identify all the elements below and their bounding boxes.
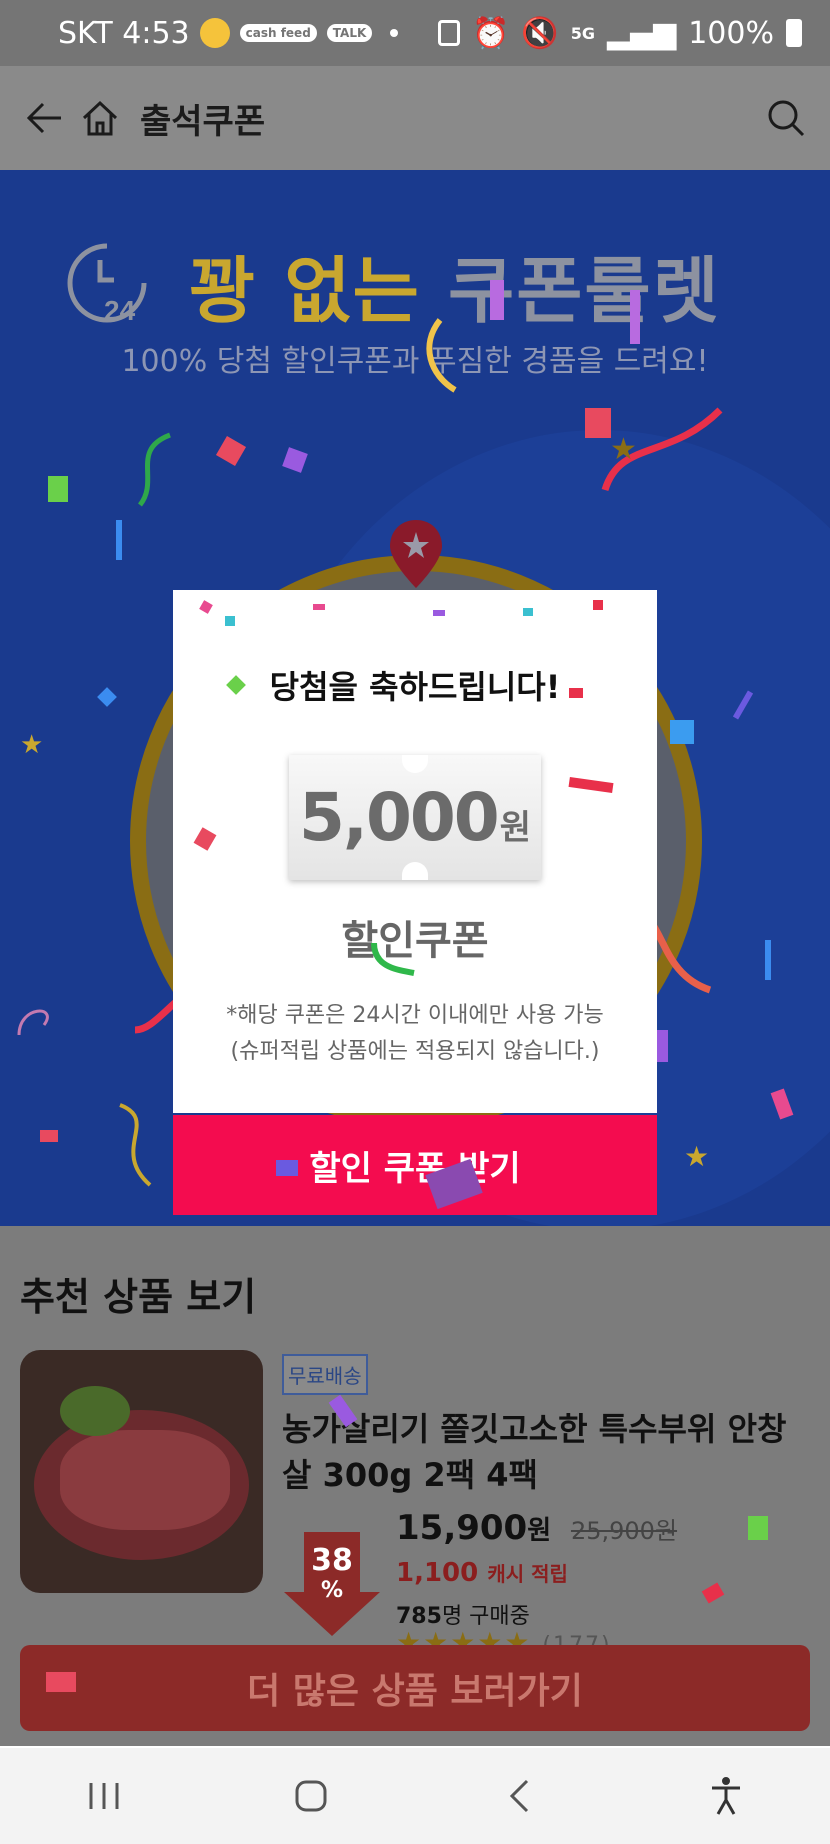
product-price: 15,900원 25,900원 — [396, 1508, 677, 1548]
system-nav-bar — [0, 1748, 830, 1844]
notice-line-1: *해당 쿠폰은 24시간 이내에만 사용 가능 — [226, 1003, 604, 1028]
accessibility-icon — [712, 1777, 741, 1815]
search-button[interactable] — [764, 96, 808, 140]
sun-icon — [199, 18, 230, 48]
confetti — [765, 940, 771, 980]
banner-title: 꽝 없는 쿠폰룰렛 — [0, 232, 830, 337]
confetti-streamer — [426, 318, 457, 393]
original-price: 25,900원 — [571, 1517, 677, 1545]
product-image[interactable] — [20, 1350, 263, 1593]
confetti — [282, 447, 308, 473]
confetti — [568, 776, 614, 794]
coupon-unit: 원 — [499, 808, 532, 848]
carrier-time: SKT 4:53 — [58, 15, 190, 51]
confetti — [593, 600, 603, 610]
back-arrow-icon — [26, 102, 61, 134]
win-modal: 당첨을 축하드립니다! 5,000 원 할인쿠폰 *해당 쿠폰은 24시간 이내… — [173, 590, 657, 1215]
home-nav-button[interactable] — [281, 1766, 341, 1826]
confetti — [97, 687, 117, 707]
talk-icon: TALK — [326, 24, 373, 42]
confetti — [116, 520, 122, 560]
star-confetti-icon: ★ — [684, 1140, 710, 1173]
confetti-streamer — [137, 432, 171, 507]
discount-badge: 38 % — [284, 1546, 380, 1606]
coupon-notice: *해당 쿠폰은 24시간 이내에만 사용 가능 (슈퍼적립 상품에는 적용되지 … — [173, 998, 657, 1070]
original-price-unit: 원 — [654, 1517, 678, 1545]
network-5g-icon: 5G — [570, 23, 595, 43]
confetti-curl — [17, 1009, 49, 1036]
back-nav-button[interactable] — [489, 1766, 549, 1826]
confetti — [748, 1516, 768, 1540]
recent-apps-button[interactable] — [74, 1766, 134, 1826]
coupon-ticket: 5,000 원 — [289, 755, 541, 880]
cashfeed-icon: cash feed — [239, 24, 317, 42]
confetti — [630, 290, 640, 344]
discount-value: 38 — [311, 1543, 353, 1578]
confetti — [523, 608, 533, 616]
ticket-notch — [402, 755, 428, 773]
signal-icon: ▂▄▆ — [607, 15, 677, 51]
free-shipping-badge: 무료배송 — [282, 1354, 368, 1395]
confetti — [225, 616, 235, 626]
home-nav-icon — [295, 1780, 327, 1812]
get-coupon-button[interactable]: 할인 쿠폰 받기 — [173, 1115, 657, 1215]
price-value: 15,900 — [396, 1508, 528, 1548]
confetti-streamer — [371, 942, 415, 976]
confetti — [490, 280, 504, 320]
alarm-icon: ⏰ — [472, 15, 510, 51]
confetti — [313, 604, 325, 610]
notification-dot-icon — [390, 29, 399, 37]
search-icon — [768, 100, 805, 137]
product-image-meat — [60, 1430, 230, 1530]
confetti — [276, 1160, 298, 1176]
confetti — [670, 720, 694, 744]
notice-line-2: (슈퍼적립 상품에는 적용되지 않습니다.) — [230, 1039, 600, 1064]
battery-percent: 100% — [688, 15, 774, 51]
recommend-title: 추천 상품 보기 — [20, 1275, 257, 1319]
original-price-value: 25,900 — [570, 1517, 655, 1545]
app-header: 출석쿠폰 — [0, 66, 830, 170]
confetti — [433, 610, 445, 616]
roulette-pin-icon — [390, 520, 442, 588]
recent-apps-icon — [89, 1783, 119, 1809]
home-button[interactable] — [78, 96, 122, 140]
more-products-button[interactable]: 더 많은 상품 보러가기 — [20, 1645, 810, 1731]
confetti — [40, 1130, 58, 1142]
confetti — [199, 600, 213, 614]
battery-saver-icon — [438, 20, 461, 46]
product-image-herb — [60, 1386, 130, 1436]
banner-title-gold: 꽝 없는 — [189, 249, 421, 333]
page-title: 출석쿠폰 — [140, 101, 266, 142]
cashback-label: 캐시 적립 — [487, 1562, 568, 1586]
product-name[interactable]: 농가살리기 쫄깃고소한 특수부위 안창살 300g 2팩 4팩 — [282, 1406, 812, 1498]
banner-title-gray: 쿠폰룰렛 — [447, 249, 721, 333]
confetti — [215, 435, 247, 467]
battery-icon — [786, 19, 802, 47]
discount-unit: % — [320, 1578, 344, 1603]
accessibility-button[interactable] — [696, 1766, 756, 1826]
price-unit: 원 — [527, 1516, 552, 1546]
star-confetti-icon: ★ — [20, 730, 44, 760]
cashback: 1,100 캐시 적립 — [396, 1558, 568, 1588]
confetti — [46, 1672, 76, 1692]
ticket-notch — [402, 862, 428, 880]
home-icon — [82, 100, 118, 136]
cashback-value: 1,100 — [396, 1558, 479, 1588]
mute-icon: 🔇 — [521, 15, 559, 51]
star-confetti-icon: ★ — [610, 432, 637, 467]
banner-subtitle: 100% 당첨 할인쿠폰과 푸짐한 경품을 드려요! — [121, 344, 709, 379]
back-nav-icon — [509, 1779, 528, 1813]
win-message: 당첨을 축하드립니다! — [269, 668, 561, 706]
coupon-amount: 5,000 — [298, 779, 500, 856]
status-bar: SKT 4:53 cash feed TALK ⏰ 🔇 5G ▂▄▆ 100% — [0, 0, 830, 66]
back-button[interactable] — [22, 96, 66, 140]
confetti — [193, 827, 217, 851]
confetti — [48, 476, 68, 502]
confetti-curl — [119, 1103, 152, 1187]
